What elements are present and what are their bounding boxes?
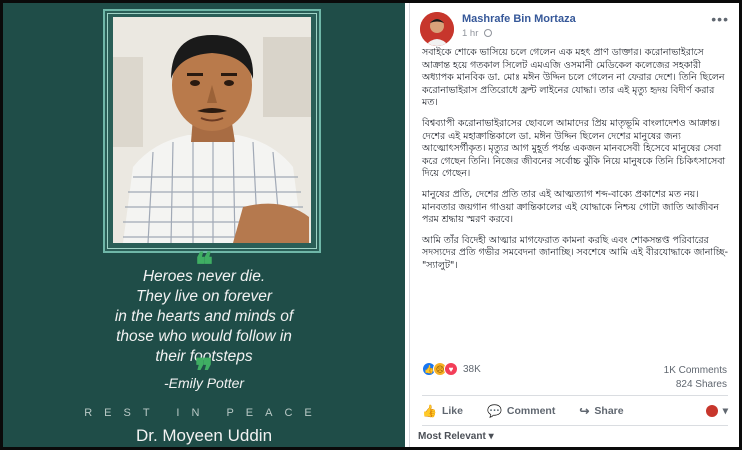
post-as-selector[interactable]: ▾ (705, 405, 728, 417)
quote-line: They live on forever (135, 288, 273, 305)
divider (422, 425, 728, 426)
globe-icon (484, 29, 493, 37)
post-author-name[interactable]: Mashrafe Bin Mortaza (462, 13, 576, 25)
quote-line: Heroes never die. (142, 268, 266, 285)
comment-button[interactable]: 💬 Comment (487, 404, 555, 418)
quote-line: in the hearts and minds of (114, 308, 294, 325)
comments-count[interactable]: 1K Comments (664, 364, 727, 378)
more-options-icon[interactable]: ••• (711, 11, 729, 27)
deceased-name: Dr. Moyeen Uddin (135, 426, 273, 445)
share-label: Share (594, 405, 624, 417)
divider (422, 395, 728, 396)
portrait-illustration (113, 17, 311, 243)
chevron-down-icon: ▾ (722, 405, 728, 417)
post-paragraph: আমি তাঁর বিদেহী আত্মার মাগফেরাত কামনা কর… (422, 234, 729, 271)
reaction-count: 38K (463, 363, 481, 375)
post-paragraph: সবাইকে শোকে ভাসিয়ে চলে গেলেন এক মহৎ প্র… (422, 47, 725, 109)
mini-avatar (705, 405, 718, 417)
post-paragraph: মানুষের প্রতি, দেশের প্রতি তার এই আত্মত্… (422, 188, 719, 226)
engagement-stats: 1K Comments 824 Shares (664, 364, 727, 392)
post-body: সবাইকে শোকে ভাসিয়ে চলে গেলেন এক মহৎ প্র… (422, 47, 730, 281)
quote-line: those who would follow in (116, 328, 292, 345)
avatar-image (420, 12, 454, 46)
share-button[interactable]: ↪ Share (579, 404, 623, 418)
author-avatar[interactable] (420, 12, 454, 46)
post-time: 1 hr (462, 28, 479, 39)
post-actions: 👍 Like 💬 Comment ↪ Share ▾ (422, 401, 728, 421)
love-reaction-icon: ♥ (444, 362, 458, 376)
quote-author: -Emily Potter (163, 375, 245, 391)
like-label: Like (441, 405, 463, 417)
post-timestamp[interactable]: 1 hr (462, 28, 493, 39)
comment-icon: 💬 (486, 404, 502, 418)
share-icon: ↪ (579, 404, 590, 418)
post-paragraph: বিশ্বব্যাপী করোনাভাইরাসের ছোবলে আমাদের প… (422, 117, 726, 180)
reaction-summary[interactable]: 👍 ☹ ♥ 38K (422, 361, 481, 377)
like-button[interactable]: 👍 Like (422, 404, 463, 418)
comment-sort-dropdown[interactable]: Most Relevant ▾ (418, 431, 494, 442)
rest-in-peace-label: REST IN PEACE (84, 407, 324, 419)
comment-label: Comment (506, 405, 556, 417)
shares-count[interactable]: 824 Shares (664, 378, 727, 392)
portrait-photo (113, 17, 311, 243)
thumbs-up-icon: 👍 (422, 404, 437, 418)
facebook-post: Mashrafe Bin Mortaza 1 hr ••• সবাইকে শোক… (409, 3, 739, 447)
memorial-card: ❝ Heroes never die. They live on forever… (3, 3, 405, 447)
